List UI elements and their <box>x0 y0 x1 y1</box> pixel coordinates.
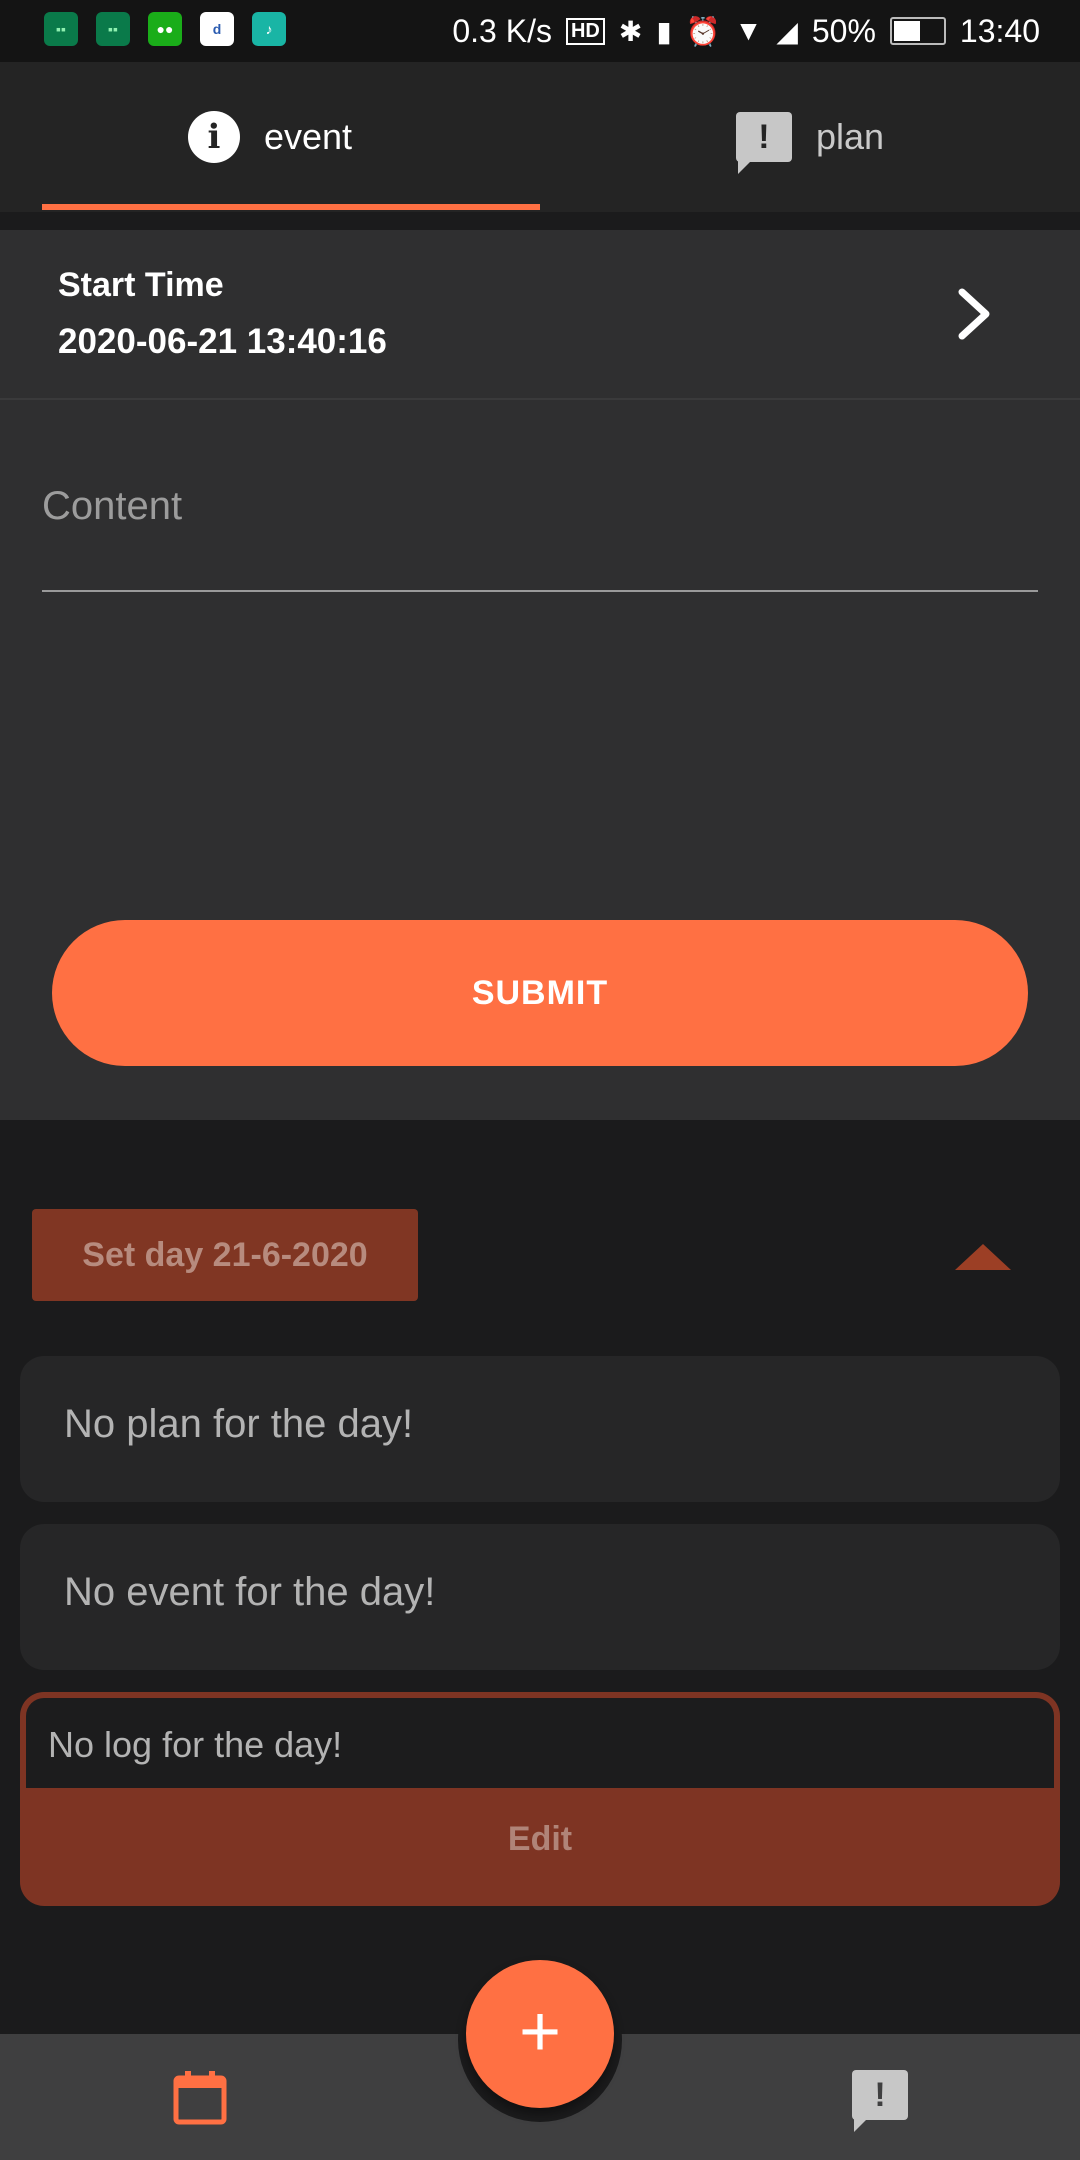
network-speed: 0.3 K/s <box>452 12 552 49</box>
dict-app-icon: d <box>200 12 234 46</box>
wechat-icon: ●● <box>148 12 182 46</box>
bluetooth-icon: ✱ <box>618 15 643 47</box>
tab-event[interactable]: i event <box>0 62 540 212</box>
collapse-caret-icon[interactable] <box>955 1244 1011 1270</box>
tab-plan-label: plan <box>815 116 885 157</box>
submit-button[interactable]: SUBMIT <box>52 920 1028 1066</box>
event-empty-text: No event for the day! <box>64 1570 436 1614</box>
calendar-icon[interactable] <box>172 2070 228 2126</box>
tab-indicator <box>42 204 540 210</box>
alert-bubble-icon: ! <box>735 112 792 174</box>
set-day-button[interactable]: Set day 21-6-2020 <box>32 1209 418 1301</box>
log-empty-text: No log for the day! <box>48 1724 343 1765</box>
start-time-row[interactable]: Start Time 2020-06-21 13:40:16 <box>0 230 1080 400</box>
log-content: No log for the day! <box>26 1698 1054 1788</box>
notification-icons: ▪▪ ▪▪ ●● d ♪ <box>44 12 286 46</box>
tab-plan[interactable]: ! plan <box>540 62 1080 212</box>
tab-bar: i event ! plan <box>0 62 1080 212</box>
log-card: No log for the day! Edit <box>20 1692 1060 1906</box>
start-time-label: Start Time <box>58 266 224 304</box>
plan-card[interactable]: No plan for the day! <box>20 1356 1060 1502</box>
alert-bubble-icon[interactable]: ! <box>852 2070 908 2132</box>
add-button[interactable]: + <box>466 1960 614 2108</box>
bell-notification-icon: ♪ <box>252 12 286 46</box>
chevron-right-icon <box>958 288 990 340</box>
vibrate-icon: ▮ <box>656 15 672 47</box>
signal-icon: ◢ <box>776 15 798 47</box>
edit-log-button[interactable]: Edit <box>20 1820 1060 1859</box>
event-form: Start Time 2020-06-21 13:40:16 Content S… <box>0 230 1080 1120</box>
messenger-app-icon: ▪▪ <box>44 12 78 46</box>
alarm-icon: ⏰ <box>685 15 721 47</box>
battery-percent: 50% <box>811 12 876 49</box>
event-card[interactable]: No event for the day! <box>20 1524 1060 1670</box>
tab-event-label: event <box>263 116 353 157</box>
start-time-value: 2020-06-21 13:40:16 <box>58 322 387 361</box>
clock: 13:40 <box>959 12 1040 49</box>
wifi-icon: ▼ <box>734 15 763 46</box>
plus-icon: + <box>518 1992 562 2072</box>
plan-empty-text: No plan for the day! <box>64 1402 414 1446</box>
messenger-app-icon: ▪▪ <box>96 12 130 46</box>
content-input[interactable]: Content <box>42 470 1038 592</box>
battery-icon <box>889 17 946 45</box>
status-bar: ▪▪ ▪▪ ●● d ♪ 0.3 K/s HD ✱ ▮ ⏰ ▼ ◢ 50% 13… <box>0 0 1080 62</box>
hd-icon: HD <box>565 17 605 45</box>
content-placeholder: Content <box>42 484 183 528</box>
info-icon: i <box>187 111 240 163</box>
